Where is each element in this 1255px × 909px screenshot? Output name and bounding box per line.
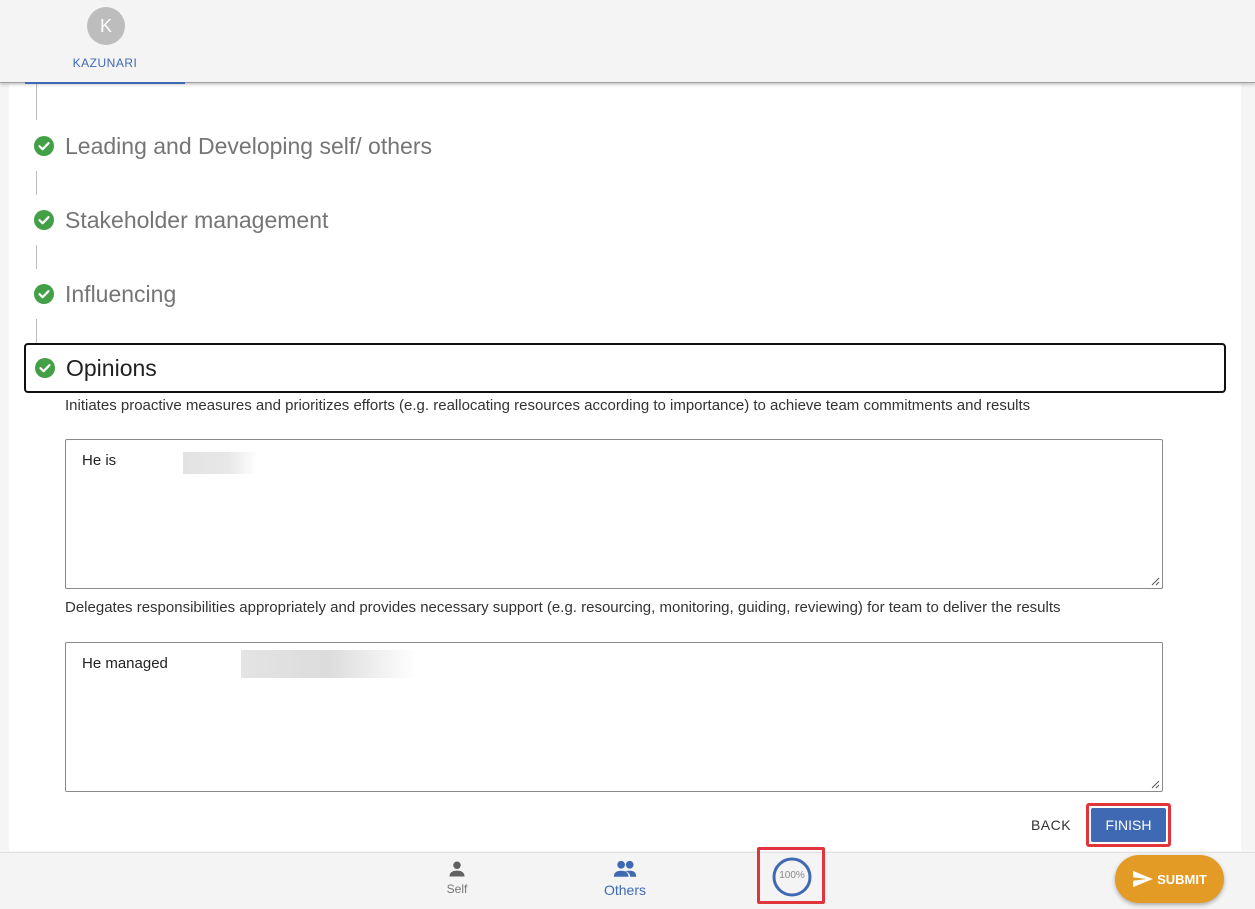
tab-kazunari[interactable]: K KAZUNARI (25, 0, 185, 84)
check-circle-icon (34, 210, 54, 230)
people-icon (613, 860, 637, 877)
step-connector (36, 84, 37, 120)
answer-text: He is (82, 452, 117, 469)
redacted-text (183, 452, 258, 474)
nav-label: Self (446, 882, 468, 896)
step-title: Stakeholder management (65, 206, 329, 233)
bottom-nav: Self Others (0, 852, 1255, 909)
question-text: Delegates responsibilities appropriately… (65, 599, 1061, 616)
avatar: K (87, 7, 125, 45)
nav-label: Others (603, 882, 646, 898)
step-connector (36, 245, 37, 269)
resize-handle-icon[interactable] (1150, 779, 1160, 789)
person-icon (449, 861, 465, 877)
submit-button[interactable]: SUBMIT (1115, 855, 1224, 903)
top-bar: K KAZUNARI (0, 0, 1255, 84)
finish-button[interactable]: FINISH (1091, 808, 1166, 842)
step-title: Opinions (66, 354, 157, 381)
step-connector (36, 319, 37, 343)
submit-label: SUBMIT (1157, 871, 1207, 887)
step-title: Influencing (65, 280, 177, 307)
redacted-text (241, 650, 416, 678)
answer-textarea[interactable]: He is (65, 439, 1163, 589)
nav-item-others[interactable]: Others (580, 859, 670, 903)
answer-text: He managed (82, 655, 168, 672)
check-circle-icon (35, 358, 55, 378)
check-circle-icon (34, 284, 54, 304)
nav-item-self[interactable]: Self (412, 859, 502, 903)
step-leading-developing[interactable]: Leading and Developing self/ others (24, 121, 1226, 171)
step-connector (36, 171, 37, 195)
back-button[interactable]: BACK (1022, 809, 1080, 841)
send-icon (1133, 870, 1153, 888)
step-influencing[interactable]: Influencing (24, 269, 1226, 319)
tab-indicator (25, 82, 185, 84)
step-stakeholder-management[interactable]: Stakeholder management (24, 195, 1226, 245)
check-circle-icon (34, 136, 54, 156)
step-opinions[interactable]: Opinions (24, 343, 1226, 393)
tab-label: KAZUNARI (72, 56, 138, 70)
progress-text: 100% (779, 870, 805, 881)
resize-handle-icon[interactable] (1150, 576, 1160, 586)
answer-textarea[interactable]: He managed (65, 642, 1163, 792)
question-text: Initiates proactive measures and priorit… (65, 397, 1031, 414)
step-title: Leading and Developing self/ others (65, 132, 432, 159)
